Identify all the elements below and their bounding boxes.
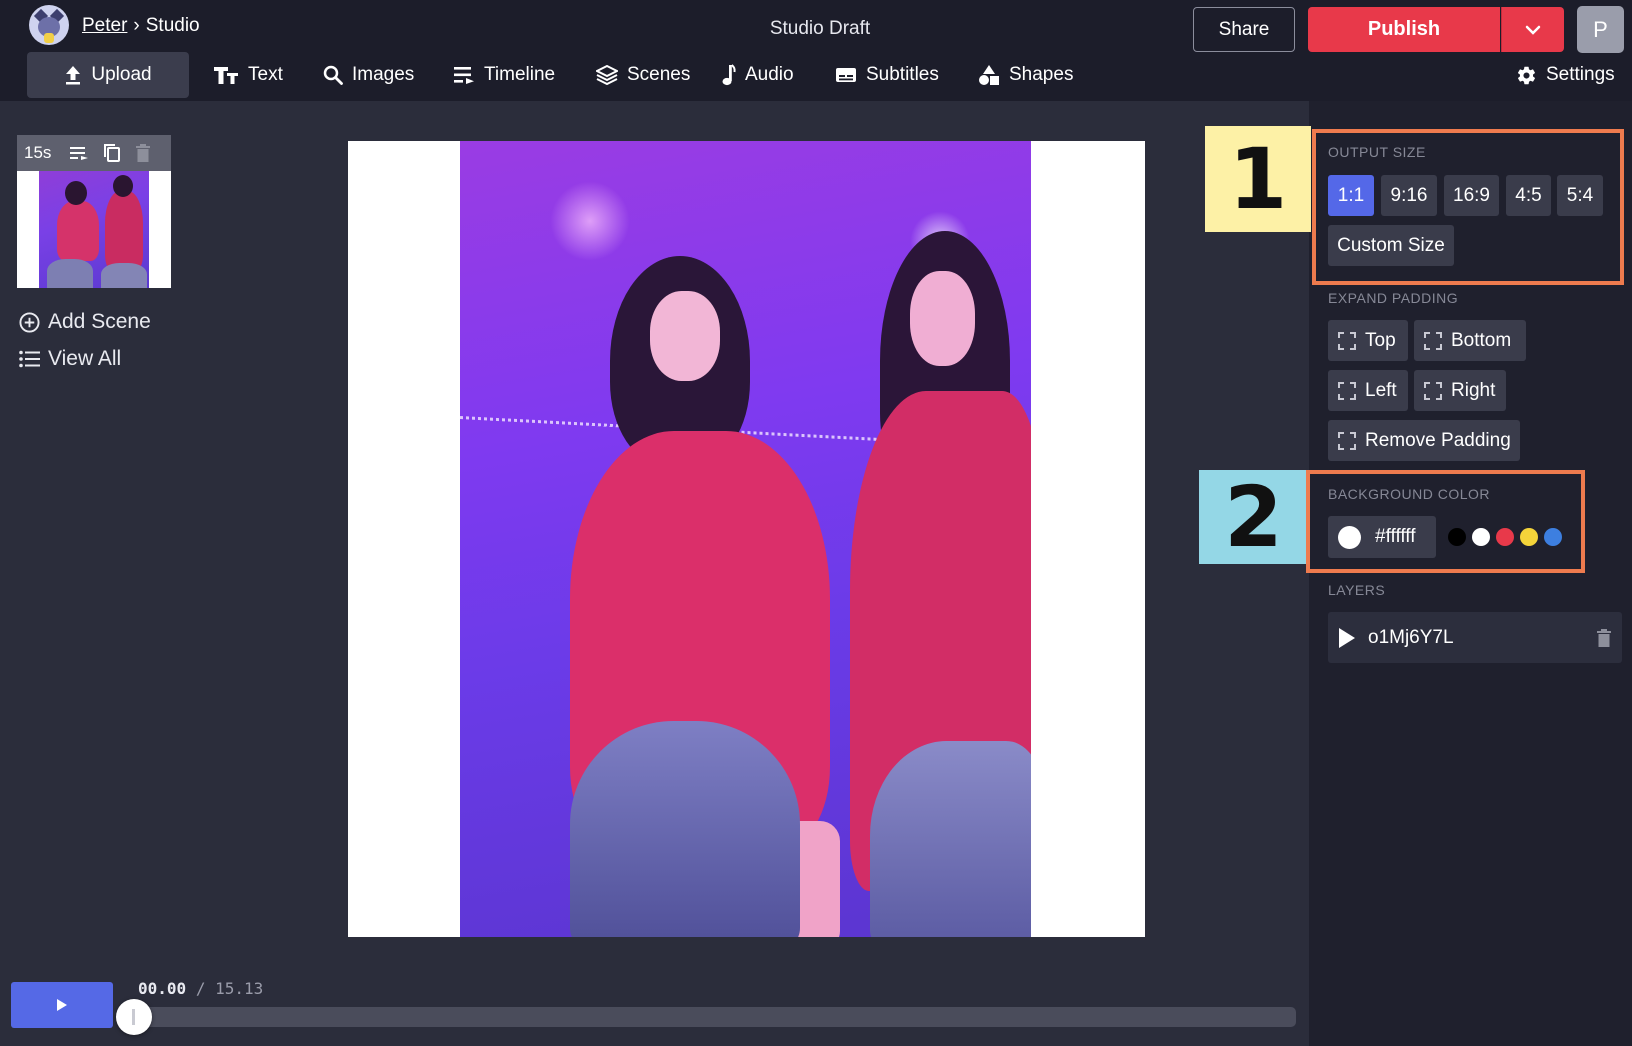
breadcrumb-separator: › [133, 15, 140, 36]
trash-icon[interactable] [135, 143, 151, 163]
layer-name: o1Mj6Y7L [1368, 626, 1454, 648]
scenes-tool-label: Scenes [627, 64, 691, 85]
subtitles-tool-button[interactable]: Subtitles [835, 52, 939, 98]
breadcrumb-user-link[interactable]: Peter [82, 15, 127, 37]
subtitles-icon [836, 68, 856, 82]
shapes-tool-label: Shapes [1009, 64, 1074, 85]
project-title[interactable]: Studio Draft [720, 18, 920, 40]
view-all-label: View All [48, 347, 122, 370]
current-time: 00.00 [138, 979, 187, 998]
settings-label: Settings [1546, 64, 1615, 85]
shapes-tool-button[interactable]: Shapes [978, 52, 1073, 98]
padding-icon [1338, 331, 1356, 350]
upload-button[interactable]: Upload [27, 52, 189, 98]
list-icon [19, 350, 40, 368]
layers-label: LAYERS [1328, 582, 1386, 598]
chevron-down-icon [1525, 25, 1541, 35]
pad-top-button[interactable]: Top [1328, 320, 1408, 361]
audio-tool-label: Audio [745, 64, 794, 85]
scene-duration[interactable]: 15s [24, 143, 51, 163]
add-scene-button[interactable]: Add Scene [19, 310, 151, 334]
user-avatar[interactable]: P [1577, 6, 1624, 53]
gear-icon [1517, 66, 1536, 84]
text-icon [214, 67, 238, 84]
playback-time: 00.00 / 15.13 [138, 979, 263, 998]
expand-padding-label: EXPAND PADDING [1328, 290, 1459, 306]
padding-icon [1424, 331, 1442, 350]
audio-tool-button[interactable]: Audio [722, 52, 794, 98]
pad-right-label: Right [1451, 379, 1496, 401]
trash-icon[interactable] [1596, 628, 1612, 648]
timeline-tool-label: Timeline [484, 64, 556, 85]
settings-button[interactable]: Settings [1516, 52, 1615, 98]
annotation-tag-2: 2 [1199, 468, 1308, 566]
remove-padding-button[interactable]: Remove Padding [1328, 420, 1520, 461]
padding-icon [1424, 381, 1442, 400]
layer-item[interactable]: o1Mj6Y7L [1328, 612, 1622, 663]
top-header: Peter › Studio Studio Draft Share Publis… [0, 0, 1632, 101]
pad-right-button[interactable]: Right [1414, 370, 1506, 411]
annotation-tag-1: 1 [1205, 126, 1311, 232]
pad-bottom-label: Bottom [1451, 329, 1512, 351]
pad-top-label: Top [1365, 329, 1396, 351]
video-layer[interactable] [460, 141, 1031, 937]
pad-bottom-button[interactable]: Bottom [1414, 320, 1526, 361]
layers-icon [596, 65, 618, 85]
breadcrumb: Peter › Studio [82, 15, 200, 37]
scene-toolbar: 15s [17, 135, 171, 171]
scene-card[interactable]: 15s [17, 135, 171, 288]
scene-thumbnail [39, 171, 149, 288]
toolbar: Upload Text Images Timeline Scenes Audio… [0, 52, 1632, 98]
scene-options-icon[interactable] [69, 145, 89, 161]
padding-icon [1338, 431, 1356, 450]
time-separator: / [195, 979, 206, 998]
pad-left-label: Left [1365, 379, 1397, 401]
shapes-icon [979, 65, 999, 85]
duplicate-icon[interactable] [103, 143, 121, 163]
publish-options-button[interactable] [1501, 7, 1564, 52]
view-all-button[interactable]: View All [19, 347, 121, 371]
annotation-box-output-size [1312, 129, 1624, 285]
annotation-box-background-color [1306, 470, 1585, 573]
play-button[interactable] [11, 982, 113, 1028]
scenes-tool-button[interactable]: Scenes [596, 52, 690, 98]
timeline-scrubber[interactable] [116, 999, 152, 1035]
images-tool-button[interactable]: Images [323, 52, 414, 98]
app-logo-icon[interactable] [29, 5, 69, 45]
images-tool-label: Images [352, 64, 415, 85]
breadcrumb-page: Studio [145, 15, 200, 36]
upload-icon [66, 66, 81, 85]
music-note-icon [722, 64, 736, 86]
canvas[interactable] [348, 141, 1145, 937]
timeline-track[interactable] [132, 1007, 1296, 1027]
padding-icon [1338, 381, 1356, 400]
pad-left-button[interactable]: Left [1328, 370, 1408, 411]
subtitles-tool-label: Subtitles [866, 64, 939, 85]
search-icon [323, 65, 343, 85]
timeline-tool-button[interactable]: Timeline [453, 52, 555, 98]
add-scene-label: Add Scene [48, 310, 151, 333]
play-icon[interactable] [1338, 627, 1356, 649]
timeline-icon [454, 67, 474, 84]
upload-label: Upload [91, 64, 152, 85]
remove-padding-label: Remove Padding [1365, 429, 1511, 451]
share-button[interactable]: Share [1193, 7, 1295, 52]
publish-button[interactable]: Publish [1308, 7, 1500, 52]
total-time: 15.13 [215, 979, 264, 998]
text-tool-label: Text [248, 64, 283, 85]
plus-circle-icon [19, 311, 40, 333]
play-icon [57, 999, 67, 1011]
text-tool-button[interactable]: Text [213, 52, 283, 98]
